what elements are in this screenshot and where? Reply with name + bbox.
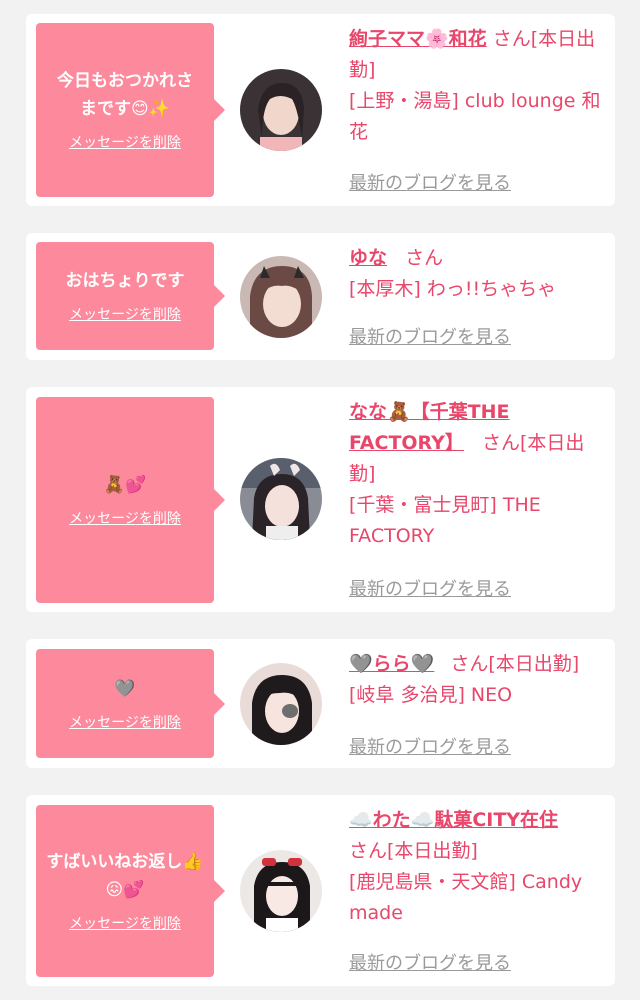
latest-blog-link[interactable]: 最新のブログを見る — [349, 949, 511, 975]
suffix-text: さん[本日出勤] — [349, 840, 478, 862]
entry-info: 絢子ママ🌸和花 さん[本日出勤] [上野・湯島] club lounge 和花 — [349, 24, 607, 148]
delete-message-link[interactable]: メッセージを削除 — [69, 509, 181, 529]
user-name-link[interactable]: 絢子ママ🌸和花 — [349, 28, 487, 50]
message-text: 🩶 — [114, 678, 136, 699]
message-bubble: 🧸💕 メッセージを削除 — [36, 397, 225, 603]
message-bubble: すばいいねお返し👍😖💕 メッセージを削除 — [36, 805, 225, 977]
message-text: 🧸💕 — [103, 475, 147, 495]
message-text: 今日もおつかれさまです😊✨ — [57, 71, 193, 119]
avatar-image — [240, 850, 322, 932]
message-bubble: 今日もおつかれさまです😊✨ メッセージを削除 — [36, 23, 225, 197]
user-name-link[interactable]: ☁️わた☁️駄菓CITY在住 — [349, 809, 558, 831]
avatar[interactable] — [240, 850, 322, 932]
shop-info: [岐阜 多治見] NEO — [349, 684, 513, 706]
list-item: 今日もおつかれさまです😊✨ メッセージを削除 絢子ママ🌸和花 さん[本日出勤] … — [26, 14, 615, 206]
suffix-text: さん[本日出勤] — [450, 653, 580, 675]
message-text: すばいいねお返し👍😖💕 — [46, 852, 204, 900]
shop-info: [千葉・富士見町] THE FACTORY — [349, 494, 541, 547]
avatar-image — [240, 69, 322, 151]
list-item: 🩶 メッセージを削除 🩶らら🩶 さん[本日出勤] [岐阜 多治見] NEO 最新… — [26, 639, 615, 768]
message-list: 今日もおつかれさまです😊✨ メッセージを削除 絢子ママ🌸和花 さん[本日出勤] … — [0, 0, 640, 1000]
latest-blog-link[interactable]: 最新のブログを見る — [349, 575, 511, 601]
list-item: おはちょりです メッセージを削除 ゆな さん [本厚木] わっ!!ちゃちゃ 最新… — [26, 233, 615, 360]
suffix-text: さん — [405, 247, 444, 269]
shop-info: [鹿児島県・天文館] Candy made — [349, 871, 583, 924]
list-item: 🧸💕 メッセージを削除 なな🧸【千葉THE FACTORY】 さん[本日出勤] … — [26, 387, 615, 612]
avatar[interactable] — [240, 256, 322, 338]
entry-info: 🩶らら🩶 さん[本日出勤] [岐阜 多治見] NEO — [349, 649, 607, 711]
avatar[interactable] — [240, 663, 322, 745]
delete-message-link[interactable]: メッセージを削除 — [69, 133, 181, 153]
list-item: すばいいねお返し👍😖💕 メッセージを削除 ☁️わた☁️駄菓CITY在住 さん[本… — [26, 795, 615, 986]
entry-info: ☁️わた☁️駄菓CITY在住 さん[本日出勤] [鹿児島県・天文館] Candy… — [349, 805, 607, 929]
delete-message-link[interactable]: メッセージを削除 — [69, 305, 181, 325]
avatar-image — [240, 256, 322, 338]
user-name-link[interactable]: ゆな — [349, 247, 387, 269]
avatar[interactable] — [240, 458, 322, 540]
avatar-image — [240, 663, 322, 745]
shop-info: [上野・湯島] club lounge 和花 — [349, 90, 601, 143]
latest-blog-link[interactable]: 最新のブログを見る — [349, 323, 511, 349]
shop-info: [本厚木] わっ!!ちゃちゃ — [349, 278, 557, 300]
entry-info: ゆな さん [本厚木] わっ!!ちゃちゃ — [349, 243, 607, 305]
message-bubble: 🩶 メッセージを削除 — [36, 649, 225, 758]
message-bubble: おはちょりです メッセージを削除 — [36, 242, 225, 350]
user-name-link[interactable]: 🩶らら🩶 — [349, 653, 434, 675]
latest-blog-link[interactable]: 最新のブログを見る — [349, 733, 511, 759]
avatar-image — [240, 458, 322, 540]
message-text: おはちょりです — [65, 271, 185, 291]
avatar[interactable] — [240, 69, 322, 151]
latest-blog-link[interactable]: 最新のブログを見る — [349, 169, 511, 195]
entry-info: なな🧸【千葉THE FACTORY】 さん[本日出勤] [千葉・富士見町] TH… — [349, 397, 607, 552]
delete-message-link[interactable]: メッセージを削除 — [69, 713, 181, 733]
delete-message-link[interactable]: メッセージを削除 — [69, 914, 181, 934]
